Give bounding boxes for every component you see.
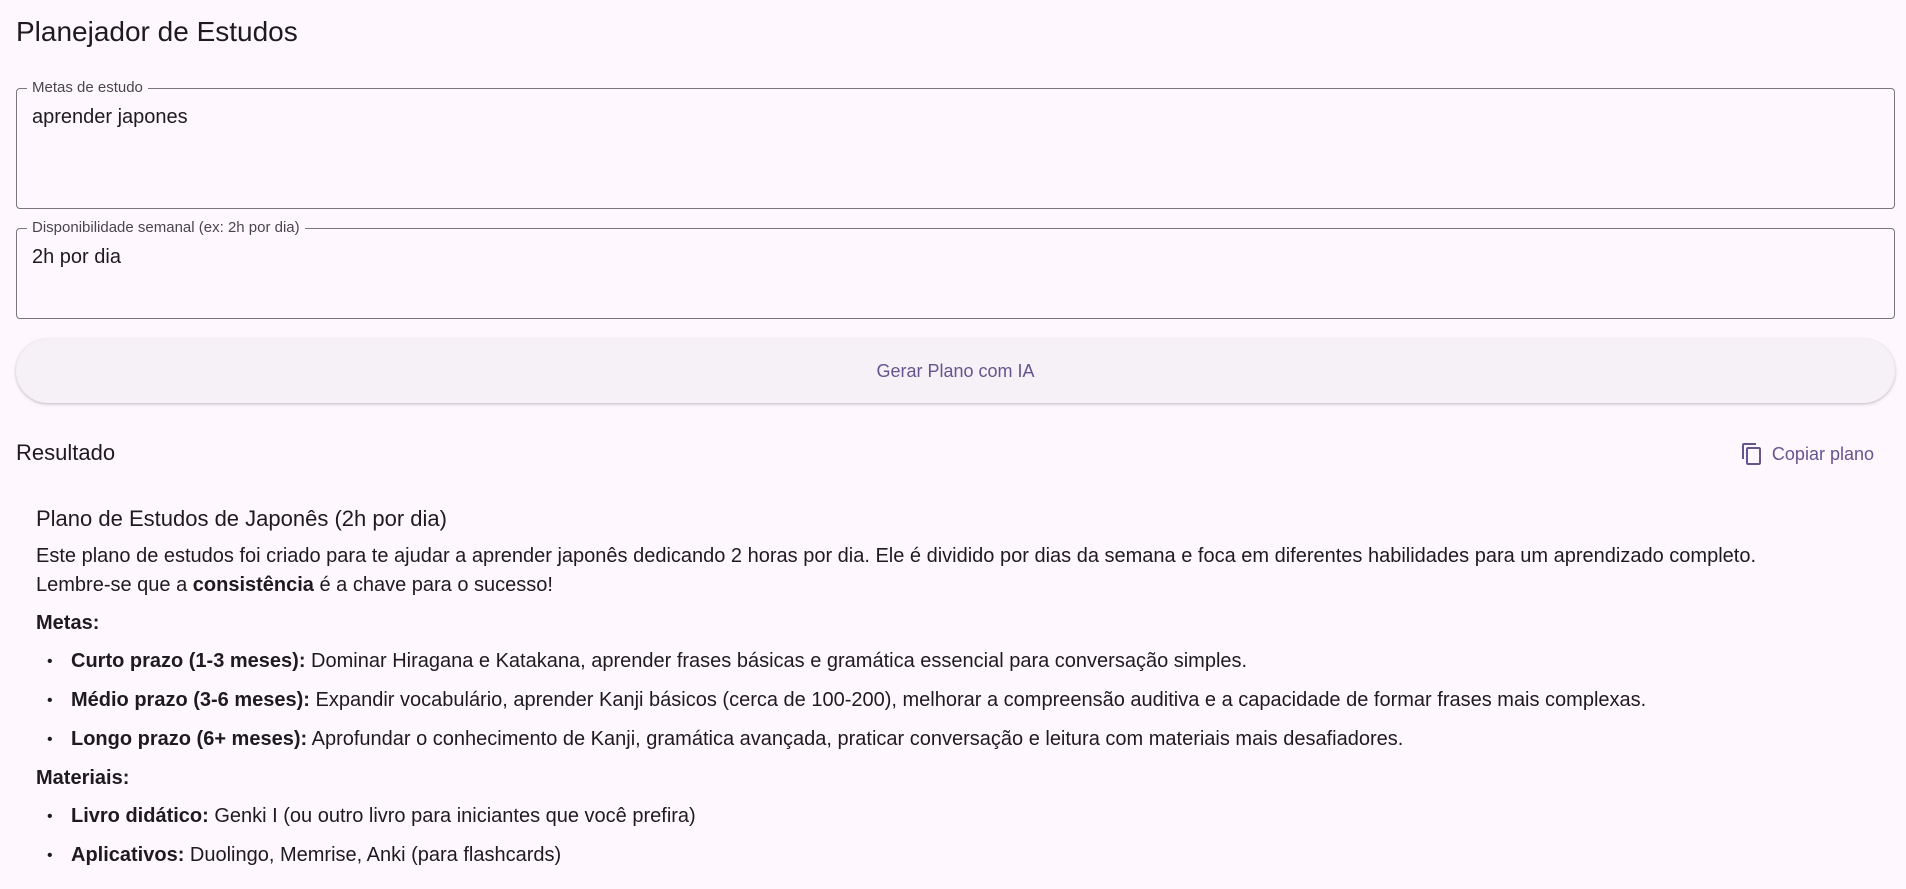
plan-intro-line2-suffix: é a chave para o sucesso! [313,574,553,596]
goal-item-text: Dominar Hiragana e Katakana, aprender fr… [305,650,1248,672]
material-item-label: Aplicativos: [71,844,185,866]
goal-item: Médio prazo (3-6 meses): Expandir vocabu… [47,686,1886,715]
plan-content: Plano de Estudos de Japonês (2h por dia)… [36,504,1886,880]
goals-heading-text: Metas: [36,612,100,634]
goals-heading: Metas: [36,609,1886,638]
goal-item-label: Médio prazo (3-6 meses): [71,689,310,711]
availability-label: Disponibilidade semanal (ex: 2h por dia) [27,219,305,237]
material-item: Livro didático: Genki I (ou outro livro … [47,802,1886,831]
plan-intro: Este plano de estudos foi criado para te… [36,542,1886,600]
goal-item-text: Expandir vocabulário, aprender Kanji bás… [309,689,1647,711]
copy-plan-button[interactable]: Copiar plano [1734,436,1880,472]
study-goals-input[interactable]: aprender japones [32,106,1879,129]
study-goals-field[interactable]: Metas de estudo aprender japones [16,79,1895,209]
material-item: Aplicativos: Duolingo, Memrise, Anki (pa… [47,841,1886,870]
goals-list: Curto prazo (1-3 meses): Dominar Hiragan… [36,647,1886,754]
goal-item: Curto prazo (1-3 meses): Dominar Hiragan… [47,647,1886,676]
plan-intro-line1: Este plano de estudos foi criado para te… [36,545,1756,567]
result-heading: Resultado [16,440,116,465]
availability-field[interactable]: Disponibilidade semanal (ex: 2h por dia)… [16,219,1895,319]
goal-item-text: Aprofundar o conhecimento de Kanji, gram… [307,728,1404,750]
materials-list: Livro didático: Genki I (ou outro livro … [36,802,1886,870]
plan-title: Plano de Estudos de Japonês (2h por dia) [36,506,447,531]
plan-intro-emphasis: consistência [192,574,314,596]
copy-plan-label: Copiar plano [1771,443,1874,464]
goal-item-label: Curto prazo (1-3 meses): [71,650,306,672]
copy-icon [1740,442,1764,466]
generate-plan-button[interactable]: Gerar Plano com IA [16,339,1895,403]
availability-input[interactable]: 2h por dia [32,246,1879,269]
plan-intro-line2-prefix: Lembre-se que a [36,574,193,596]
materials-heading: Materiais: [36,764,1886,793]
study-goals-label: Metas de estudo [27,79,148,97]
material-item-text: Duolingo, Memrise, Anki (para flashcards… [184,844,562,866]
page-title: Planejador de Estudos [16,16,298,47]
material-item-text: Genki I (ou outro livro para iniciantes … [208,805,696,827]
material-item-label: Livro didático: [71,805,209,827]
goal-item: Longo prazo (6+ meses): Aprofundar o con… [47,725,1886,754]
materials-heading-text: Materiais: [36,767,130,789]
goal-item-label: Longo prazo (6+ meses): [71,728,308,750]
